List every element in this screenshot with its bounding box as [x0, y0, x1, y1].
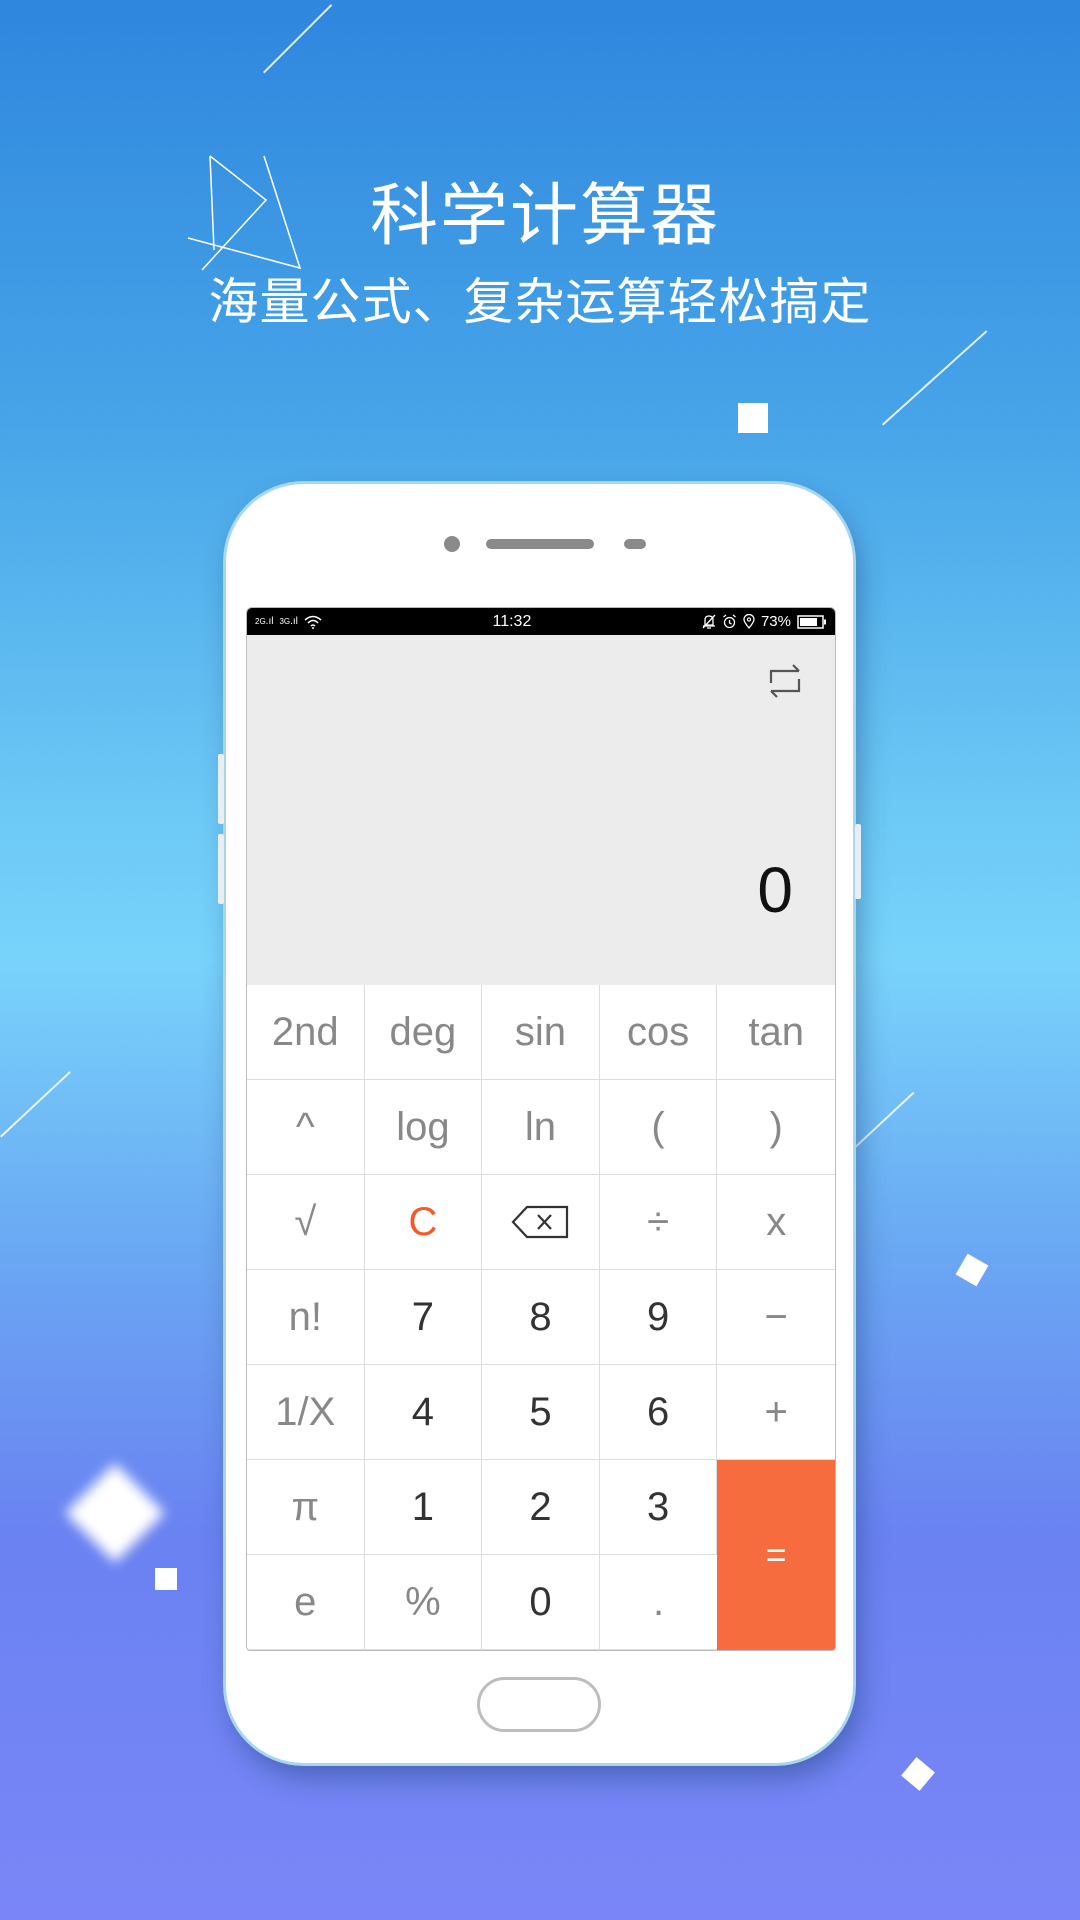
key-deg[interactable]: deg: [364, 985, 483, 1080]
key-e[interactable]: e: [247, 1555, 365, 1650]
key-backspace[interactable]: [482, 1175, 600, 1270]
decor-square: [901, 1757, 935, 1791]
phone-side-button: [218, 834, 224, 904]
key-reciprocal[interactable]: 1/X: [247, 1365, 365, 1460]
phone-side-button: [218, 754, 224, 824]
key-2[interactable]: 2: [482, 1460, 600, 1555]
key-9[interactable]: 9: [599, 1270, 718, 1365]
earpiece-speaker: [486, 539, 594, 549]
phone-mockup: 2G.ıl 3G.ıl 11:32 73% 0 2nd deg sin cos …: [218, 484, 861, 1763]
key-equals[interactable]: =: [717, 1460, 835, 1650]
decor-line: [0, 1071, 71, 1138]
key-6[interactable]: 6: [599, 1365, 718, 1460]
key-tan[interactable]: tan: [717, 985, 835, 1080]
decor-line: [263, 4, 332, 74]
key-1[interactable]: 1: [364, 1460, 483, 1555]
key-log[interactable]: log: [364, 1080, 483, 1175]
swap-icon[interactable]: [765, 661, 805, 701]
decor-square: [155, 1568, 177, 1590]
key-close-paren[interactable]: ): [717, 1080, 835, 1175]
key-multiply[interactable]: x: [717, 1175, 835, 1270]
decor-line: [882, 330, 988, 426]
key-percent[interactable]: %: [364, 1555, 483, 1650]
home-button[interactable]: [477, 1677, 601, 1732]
key-8[interactable]: 8: [482, 1270, 600, 1365]
key-5[interactable]: 5: [482, 1365, 600, 1460]
key-clear[interactable]: C: [364, 1175, 483, 1270]
decor-glow-diamond: [65, 1463, 165, 1563]
battery-percent: 73%: [760, 613, 791, 630]
calculator-screen: 2G.ıl 3G.ıl 11:32 73% 0 2nd deg sin cos …: [246, 607, 836, 1651]
wifi-icon: [304, 615, 322, 629]
alarm-icon: [723, 614, 736, 629]
result-value: 0: [757, 854, 793, 926]
result-display: 0: [247, 635, 835, 985]
promo-subtitle: 海量公式、复杂运算轻松搞定: [208, 274, 872, 330]
key-ln[interactable]: ln: [482, 1080, 600, 1175]
key-open-paren[interactable]: (: [599, 1080, 718, 1175]
key-0[interactable]: 0: [482, 1555, 600, 1650]
key-3[interactable]: 3: [599, 1460, 718, 1555]
key-4[interactable]: 4: [364, 1365, 483, 1460]
decor-square: [738, 403, 768, 433]
key-factorial[interactable]: n!: [247, 1270, 365, 1365]
key-sqrt[interactable]: √: [247, 1175, 365, 1270]
key-divide[interactable]: ÷: [599, 1175, 718, 1270]
key-decimal[interactable]: .: [599, 1555, 718, 1650]
location-icon: [743, 614, 755, 629]
key-7[interactable]: 7: [364, 1270, 483, 1365]
signal-3g-icon: 3G.ıl: [279, 615, 298, 627]
phone-side-button: [855, 824, 861, 899]
key-power[interactable]: ^: [247, 1080, 365, 1175]
status-time: 11:32: [492, 612, 532, 630]
key-sin[interactable]: sin: [482, 985, 600, 1080]
key-pi[interactable]: π: [247, 1460, 365, 1555]
backspace-icon: [511, 1205, 569, 1239]
keypad: 2nd deg sin cos tan ^ log ln ( ) √ C ÷ x…: [247, 985, 835, 1650]
proximity-sensor: [624, 539, 646, 549]
decor-square: [955, 1253, 989, 1287]
front-camera: [444, 536, 460, 552]
signal-2g-icon: 2G.ıl: [255, 615, 274, 627]
promo-title: 科学计算器: [369, 178, 720, 254]
key-cos[interactable]: cos: [599, 985, 718, 1080]
key-plus[interactable]: +: [717, 1365, 835, 1460]
status-bar: 2G.ıl 3G.ıl 11:32 73%: [247, 608, 835, 635]
key-minus[interactable]: −: [717, 1270, 835, 1365]
bell-muted-icon: [702, 614, 716, 629]
battery-icon: [797, 614, 826, 629]
key-2nd[interactable]: 2nd: [247, 985, 365, 1080]
